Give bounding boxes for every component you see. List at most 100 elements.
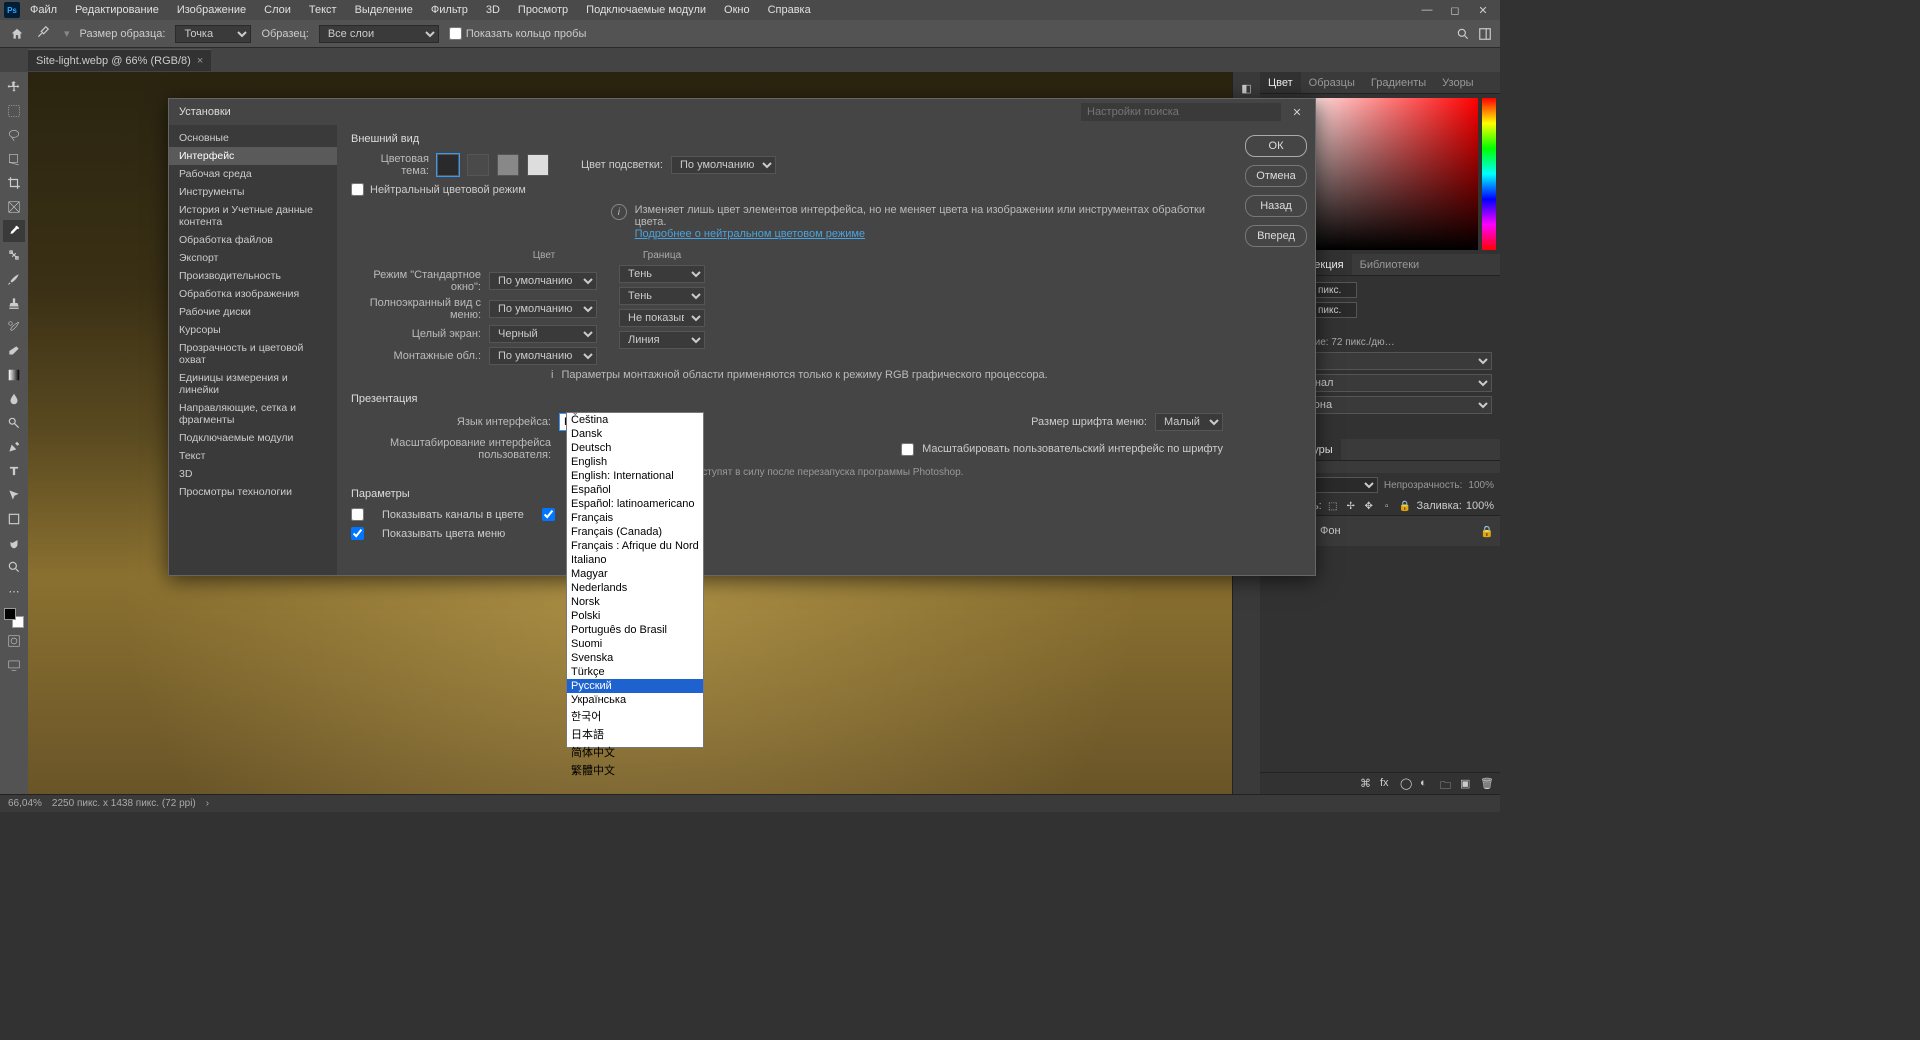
tab-libraries[interactable]: Библиотеки (1352, 254, 1428, 275)
status-chevron-icon[interactable]: › (206, 798, 209, 809)
prefs-side-item[interactable]: Рабочие диски (169, 303, 337, 321)
full-border[interactable]: Не показывать (619, 309, 705, 327)
blur-tool[interactable] (3, 388, 25, 410)
brush-tool[interactable] (3, 268, 25, 290)
new-layer-icon[interactable]: ▣ (1460, 777, 1474, 791)
language-option[interactable]: English (567, 455, 703, 469)
menu-color[interactable]: По умолчанию (489, 300, 597, 318)
theme-swatch-1[interactable] (437, 154, 459, 176)
language-option[interactable]: Deutsch (567, 441, 703, 455)
prefs-side-item[interactable]: Подключаемые модули (169, 429, 337, 447)
menu-3d[interactable]: 3D (478, 2, 508, 18)
full-color[interactable]: Черный (489, 325, 597, 343)
link-layers-icon[interactable]: ⌘ (1360, 777, 1374, 791)
tab-swatches[interactable]: Образцы (1301, 72, 1363, 93)
theme-swatch-4[interactable] (527, 154, 549, 176)
show-menu-colors-checkbox[interactable] (351, 527, 364, 540)
heal-tool[interactable] (3, 244, 25, 266)
menu-help[interactable]: Справка (760, 2, 819, 18)
dynamic-checkbox[interactable] (542, 508, 555, 521)
document-tab[interactable]: Site-light.webp @ 66% (RGB/8) × (28, 49, 211, 71)
language-option[interactable]: Čeština (567, 413, 703, 427)
lock-all-icon[interactable]: ⬚ (1326, 499, 1340, 513)
show-channels-checkbox[interactable] (351, 508, 364, 521)
language-option[interactable]: Polski (567, 609, 703, 623)
language-option[interactable]: Español: latinoamericano (567, 497, 703, 511)
art-border[interactable]: Линия (619, 331, 705, 349)
sample-select[interactable]: Все слои (319, 25, 439, 43)
zoom-value[interactable]: 66,04% (8, 798, 42, 809)
menu-edit[interactable]: Редактирование (67, 2, 167, 18)
prefs-side-item[interactable]: Инструменты (169, 183, 337, 201)
language-option[interactable]: Українська (567, 693, 703, 707)
prefs-search[interactable] (1081, 103, 1281, 121)
prefs-side-item[interactable]: Обработка изображения (169, 285, 337, 303)
show-ring-checkbox[interactable] (449, 27, 462, 40)
language-option[interactable]: Español (567, 483, 703, 497)
maximize-icon[interactable]: ◻ (1442, 1, 1468, 19)
menu-view[interactable]: Просмотр (510, 2, 576, 18)
std-color[interactable]: По умолчанию (489, 272, 597, 290)
trash-icon[interactable]: 🗑 (1480, 777, 1494, 791)
language-option[interactable]: Русский (567, 679, 703, 693)
dodge-tool[interactable] (3, 412, 25, 434)
screenmode-tool[interactable] (3, 654, 25, 676)
crop-tool[interactable] (3, 172, 25, 194)
sample-size-select[interactable]: Точка (175, 25, 251, 43)
eyedropper-tool[interactable] (3, 220, 25, 242)
language-option[interactable]: Nederlands (567, 581, 703, 595)
prefs-side-item[interactable]: Рабочая среда (169, 165, 337, 183)
menu-filter[interactable]: Фильтр (423, 2, 476, 18)
pen-tool[interactable] (3, 436, 25, 458)
cancel-button[interactable]: Отмена (1245, 165, 1307, 187)
tab-color[interactable]: Цвет (1260, 72, 1301, 93)
lasso-tool[interactable] (3, 124, 25, 146)
menu-image[interactable]: Изображение (169, 2, 254, 18)
scale-ui-checkbox[interactable] (901, 443, 914, 456)
language-option[interactable]: Türkçe (567, 665, 703, 679)
close-window-icon[interactable]: ✕ (1470, 1, 1496, 19)
prefs-side-item[interactable]: Производительность (169, 267, 337, 285)
prefs-side-item[interactable]: Прозрачность и цветовой охват (169, 339, 337, 369)
prefs-side-item[interactable]: Направляющие, сетка и фрагменты (169, 399, 337, 429)
menu-text[interactable]: Текст (301, 2, 345, 18)
prefs-side-item[interactable]: Экспорт (169, 249, 337, 267)
neutral-link[interactable]: Подробнее о нейтральном цветовом режиме (635, 228, 865, 240)
language-option[interactable]: Dansk (567, 427, 703, 441)
workspace-icon[interactable] (1478, 27, 1492, 41)
lock-pos-icon[interactable]: ✥ (1362, 499, 1376, 513)
font-size-select[interactable]: Малый (1155, 413, 1223, 431)
minimize-icon[interactable]: — (1414, 1, 1440, 19)
dialog-close-icon[interactable]: ✕ (1289, 106, 1305, 119)
language-option[interactable]: Norsk (567, 595, 703, 609)
adj-icon[interactable]: ◐ (1420, 777, 1434, 791)
prefs-side-item[interactable]: Просмотры технологии (169, 483, 337, 501)
language-option[interactable]: 한국어 (567, 707, 703, 725)
art-color[interactable]: По умолчанию (489, 347, 597, 365)
language-option[interactable]: 日本語 (567, 725, 703, 743)
panel-icon[interactable]: ◧ (1237, 78, 1257, 98)
menu-layers[interactable]: Слои (256, 2, 299, 18)
lock-icon[interactable]: 🔒 (1398, 499, 1412, 513)
language-option[interactable]: Suomi (567, 637, 703, 651)
ok-button[interactable]: ОК (1245, 135, 1307, 157)
language-dropdown[interactable]: ČeštinaDanskDeutschEnglishEnglish: Inter… (566, 412, 704, 748)
tab-patterns[interactable]: Узоры (1434, 72, 1481, 93)
prefs-side-item[interactable]: Единицы измерения и линейки (169, 369, 337, 399)
prefs-side-item[interactable]: Основные (169, 129, 337, 147)
zoom-tool[interactable] (3, 556, 25, 578)
language-option[interactable]: Svenska (567, 651, 703, 665)
prefs-side-item[interactable]: Курсоры (169, 321, 337, 339)
stamp-tool[interactable] (3, 292, 25, 314)
lock-pixels-icon[interactable]: ✢ (1344, 499, 1358, 513)
highlight-select[interactable]: По умолчанию (671, 156, 776, 174)
theme-swatch-2[interactable] (467, 154, 489, 176)
fx-icon[interactable]: fx (1380, 777, 1394, 791)
path-tool[interactable] (3, 484, 25, 506)
neutral-checkbox[interactable] (351, 183, 364, 196)
prefs-side-item[interactable]: История и Учетные данные контента (169, 201, 337, 231)
quickmask-tool[interactable] (3, 630, 25, 652)
folder-icon[interactable]: 🗀 (1440, 777, 1454, 791)
language-option[interactable]: Português do Brasil (567, 623, 703, 637)
prefs-side-item[interactable]: Интерфейс (169, 147, 337, 165)
